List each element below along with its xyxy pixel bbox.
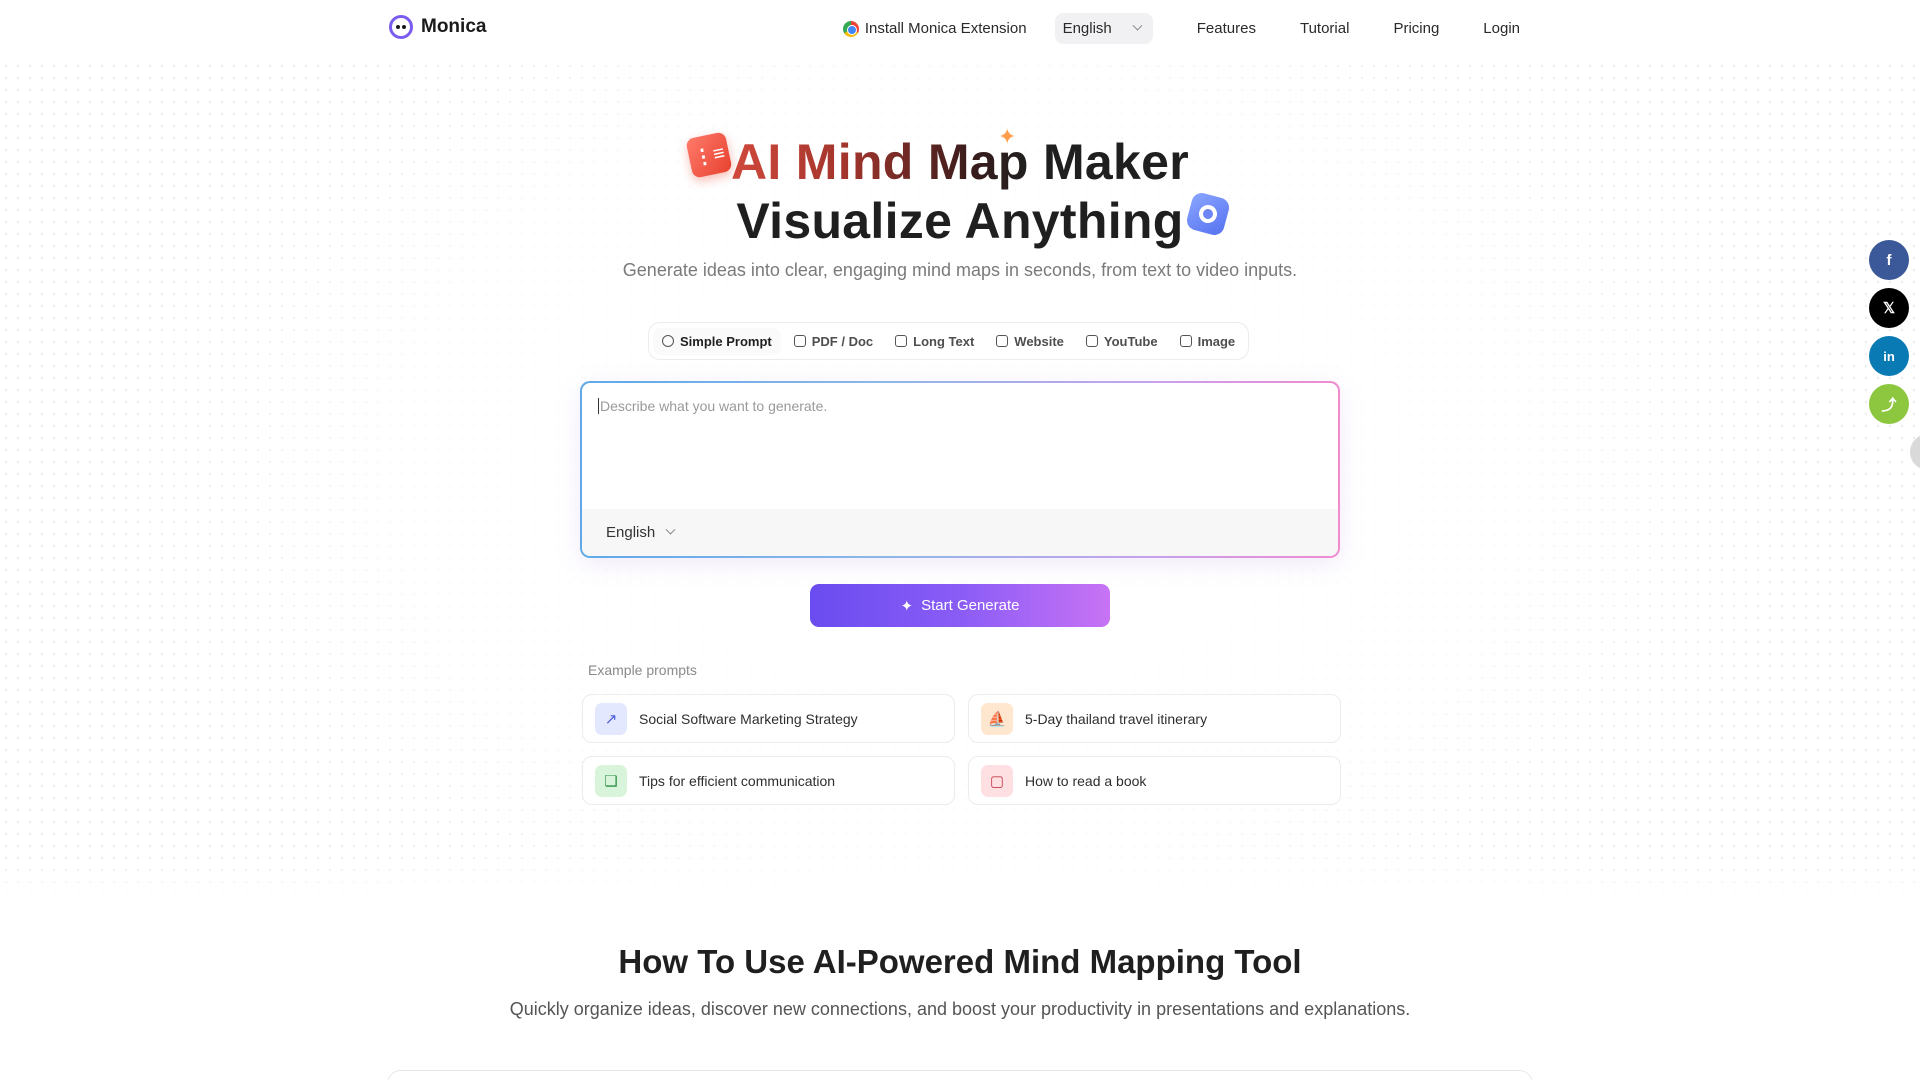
x-share-button[interactable]: 𝕏 xyxy=(1869,288,1909,328)
facebook-icon: f xyxy=(1886,251,1892,269)
x-icon: 𝕏 xyxy=(1882,300,1896,317)
nav-tutorial[interactable]: Tutorial xyxy=(1300,20,1349,37)
input-type-tabs: Simple Prompt PDF / Doc Long Text Websit… xyxy=(648,322,1250,360)
example-prompt-label: Social Software Marketing Strategy xyxy=(639,710,858,727)
tab-long-text[interactable]: Long Text xyxy=(886,328,983,355)
tab-label: YouTube xyxy=(1103,333,1158,349)
sailboat-icon: ⛵ xyxy=(981,702,1013,735)
example-prompts-label: Example prompts xyxy=(588,662,697,678)
nav-features[interactable]: Features xyxy=(1197,20,1256,37)
logo-text: Monica xyxy=(421,16,487,37)
chevron-down-icon[interactable] xyxy=(665,524,676,535)
prompt-footer: English xyxy=(582,509,1338,556)
document-icon xyxy=(895,335,908,347)
open-book-icon: ▢ xyxy=(981,764,1013,797)
start-generate-button[interactable]: ✦ Start Generate xyxy=(810,584,1110,627)
chat-bubbles-icon: ❏ xyxy=(595,764,627,797)
share-button[interactable]: ⤴ xyxy=(1869,384,1909,424)
chevron-down-icon xyxy=(1132,20,1143,31)
hero-subtitle: Generate ideas into clear, engaging mind… xyxy=(622,260,1298,280)
monica-logo[interactable]: Monica xyxy=(389,15,486,39)
linkedin-share-button[interactable]: in xyxy=(1869,336,1909,376)
how-to-subtitle: Quickly organize ideas, discover new con… xyxy=(509,999,1411,1019)
linkedin-icon: in xyxy=(1883,348,1895,364)
facebook-share-button[interactable]: f xyxy=(1869,240,1909,280)
language-selector[interactable]: English xyxy=(1054,13,1153,44)
example-prompt-card[interactable]: ↗ Social Software Marketing Strategy xyxy=(582,694,955,743)
tab-website[interactable]: Website xyxy=(987,328,1073,355)
chat-bubble-icon xyxy=(662,335,674,347)
tab-label: Image xyxy=(1197,333,1236,349)
how-to-title: How To Use AI-Powered Mind Mapping Tool xyxy=(618,943,1302,980)
hero-title-rest: Maker xyxy=(1042,134,1189,190)
example-prompt-label: 5-Day thailand travel itinerary xyxy=(1025,710,1208,727)
chrome-icon xyxy=(842,20,859,37)
sparkle-icon: ✦ xyxy=(900,597,914,615)
language-label: English xyxy=(1062,20,1112,37)
monitor-icon xyxy=(996,335,1009,347)
how-to-card xyxy=(387,1070,1533,1080)
example-prompt-label: Tips for efficient communication xyxy=(639,772,836,789)
start-generate-label: Start Generate xyxy=(921,597,1020,614)
side-drawer-handle[interactable] xyxy=(1910,434,1920,470)
install-extension-link[interactable]: Install Monica Extension xyxy=(842,20,1027,37)
monica-logo-icon xyxy=(389,15,413,39)
share-icon: ⤴ xyxy=(1881,396,1897,414)
tab-simple-prompt[interactable]: Simple Prompt xyxy=(653,327,781,355)
top-navigation-bar: Monica Install Monica Extension English … xyxy=(0,0,1920,56)
tab-label: Long Text xyxy=(913,333,975,349)
tab-label: Simple Prompt xyxy=(680,333,772,349)
nav-login[interactable]: Login xyxy=(1483,20,1520,37)
hero-title-line1: AI Mind Map Maker xyxy=(0,133,1920,191)
prompt-box: Describe what you want to generate. Engl… xyxy=(580,381,1340,558)
tab-image[interactable]: Image xyxy=(1171,328,1245,355)
main-nav: Install Monica Extension English Feature… xyxy=(842,13,1520,44)
example-prompt-label: How to read a book xyxy=(1025,772,1147,789)
prompt-inner: Describe what you want to generate. Engl… xyxy=(582,383,1338,556)
example-prompt-card[interactable]: ▢ How to read a book xyxy=(968,756,1341,805)
trend-chart-icon: ↗ xyxy=(595,702,627,735)
prompt-input[interactable]: Describe what you want to generate. xyxy=(598,398,827,414)
tab-label: PDF / Doc xyxy=(811,333,874,349)
image-icon xyxy=(1179,335,1192,347)
tab-pdf-doc[interactable]: PDF / Doc xyxy=(785,328,882,355)
file-icon xyxy=(793,335,806,347)
install-extension-label: Install Monica Extension xyxy=(864,20,1027,37)
example-prompt-card[interactable]: ❏ Tips for efficient communication xyxy=(582,756,955,805)
nav-pricing[interactable]: Pricing xyxy=(1393,20,1439,37)
prompt-language-selector[interactable]: English xyxy=(606,524,655,541)
hero-title-line2: Visualize Anything xyxy=(736,193,1184,249)
example-prompt-card[interactable]: ⛵ 5-Day thailand travel itinerary xyxy=(968,694,1341,743)
tab-youtube[interactable]: YouTube xyxy=(1077,328,1167,355)
tab-label: Website xyxy=(1014,333,1064,349)
play-icon xyxy=(1085,335,1098,347)
hero-title-highlight: AI Mind Map xyxy=(731,134,1029,190)
